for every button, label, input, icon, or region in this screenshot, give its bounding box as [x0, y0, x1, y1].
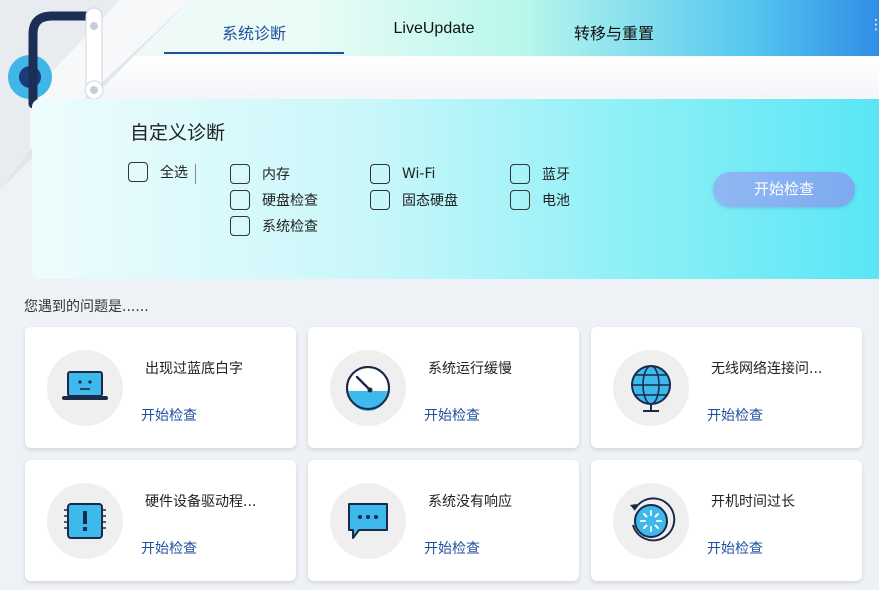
- checkbox-box[interactable]: [510, 164, 530, 184]
- tab-system-diagnosis[interactable]: 系统诊断: [164, 20, 344, 56]
- icon-circle: [330, 350, 406, 426]
- icon-circle: [613, 483, 689, 559]
- start-check-button[interactable]: 开始检查: [713, 172, 855, 207]
- checkbox-label: 系统检查: [262, 219, 318, 235]
- more-vertical-icon[interactable]: ⋮: [869, 18, 879, 38]
- card-title: 硬件设备驱动程...: [145, 494, 257, 510]
- card-title: 出现过蓝底白字: [145, 361, 243, 377]
- checkbox-label: 内存: [262, 167, 290, 183]
- tab-transfer-reset[interactable]: 转移与重置: [524, 20, 704, 56]
- checkbox-box[interactable]: [370, 190, 390, 210]
- card-title: 开机时间过长: [711, 494, 795, 510]
- loading-clock-icon: [630, 497, 676, 542]
- problem-card-driver[interactable]: 硬件设备驱动程... 开始检查: [25, 460, 296, 581]
- checkbox-select-all[interactable]: 全选: [128, 162, 188, 182]
- icon-circle: [47, 483, 123, 559]
- card-title: 无线网络连接问...: [711, 361, 823, 377]
- checkbox-label: Wi-Fi: [402, 166, 436, 182]
- problem-card-bsod[interactable]: 出现过蓝底白字 开始检查: [25, 327, 296, 448]
- icon-circle: [330, 483, 406, 559]
- checkbox-box[interactable]: [230, 216, 250, 236]
- problem-card-not-responding[interactable]: 系统没有响应 开始检查: [308, 460, 579, 581]
- checkbox-memory[interactable]: 内存: [230, 164, 290, 184]
- globe-icon: [631, 365, 671, 412]
- card-start-link[interactable]: 开始检查: [707, 405, 763, 425]
- card-start-link[interactable]: 开始检查: [141, 405, 197, 425]
- icon-circle: [613, 350, 689, 426]
- checkbox-box[interactable]: [510, 190, 530, 210]
- checkbox-battery[interactable]: 电池: [510, 190, 570, 210]
- active-tab-indicator: [164, 52, 344, 54]
- card-title: 系统没有响应: [428, 494, 512, 510]
- checkbox-label: 全选: [160, 165, 188, 181]
- checkbox-box[interactable]: [370, 164, 390, 184]
- card-start-link[interactable]: 开始检查: [424, 405, 480, 425]
- checkbox-label: 蓝牙: [542, 167, 570, 183]
- problem-card-wireless[interactable]: 无线网络连接问... 开始检查: [591, 327, 862, 448]
- chat-dots-icon: [348, 503, 388, 539]
- checkbox-bluetooth[interactable]: 蓝牙: [510, 164, 570, 184]
- checkbox-ssd[interactable]: 固态硬盘: [370, 190, 458, 210]
- checkbox-label: 固态硬盘: [402, 193, 458, 209]
- icon-circle: [47, 350, 123, 426]
- problems-heading: 您遇到的问题是......: [24, 299, 149, 315]
- checkbox-box[interactable]: [230, 190, 250, 210]
- card-start-link[interactable]: 开始检查: [707, 538, 763, 558]
- problem-card-boot-time[interactable]: 开机时间过长 开始检查: [591, 460, 862, 581]
- speedometer-icon: [346, 366, 390, 411]
- tab-liveupdate[interactable]: LiveUpdate: [344, 20, 524, 56]
- problem-card-slow[interactable]: 系统运行缓慢 开始检查: [308, 327, 579, 448]
- checkbox-label: 硬盘检查: [262, 193, 318, 209]
- laptop-sad-icon: [62, 371, 108, 400]
- custom-diagnosis-title: 自定义诊断: [130, 122, 226, 144]
- checkbox-label: 电池: [542, 193, 570, 209]
- checkbox-wifi[interactable]: Wi-Fi: [370, 164, 435, 184]
- divider: [195, 164, 196, 184]
- card-start-link[interactable]: 开始检查: [424, 538, 480, 558]
- chip-alert-icon: [64, 503, 106, 539]
- checkbox-system-check[interactable]: 系统检查: [230, 216, 318, 236]
- checkbox-box[interactable]: [230, 164, 250, 184]
- card-start-link[interactable]: 开始检查: [141, 538, 197, 558]
- card-title: 系统运行缓慢: [428, 361, 512, 377]
- checkbox-box[interactable]: [128, 162, 148, 182]
- checkbox-disk-check[interactable]: 硬盘检查: [230, 190, 318, 210]
